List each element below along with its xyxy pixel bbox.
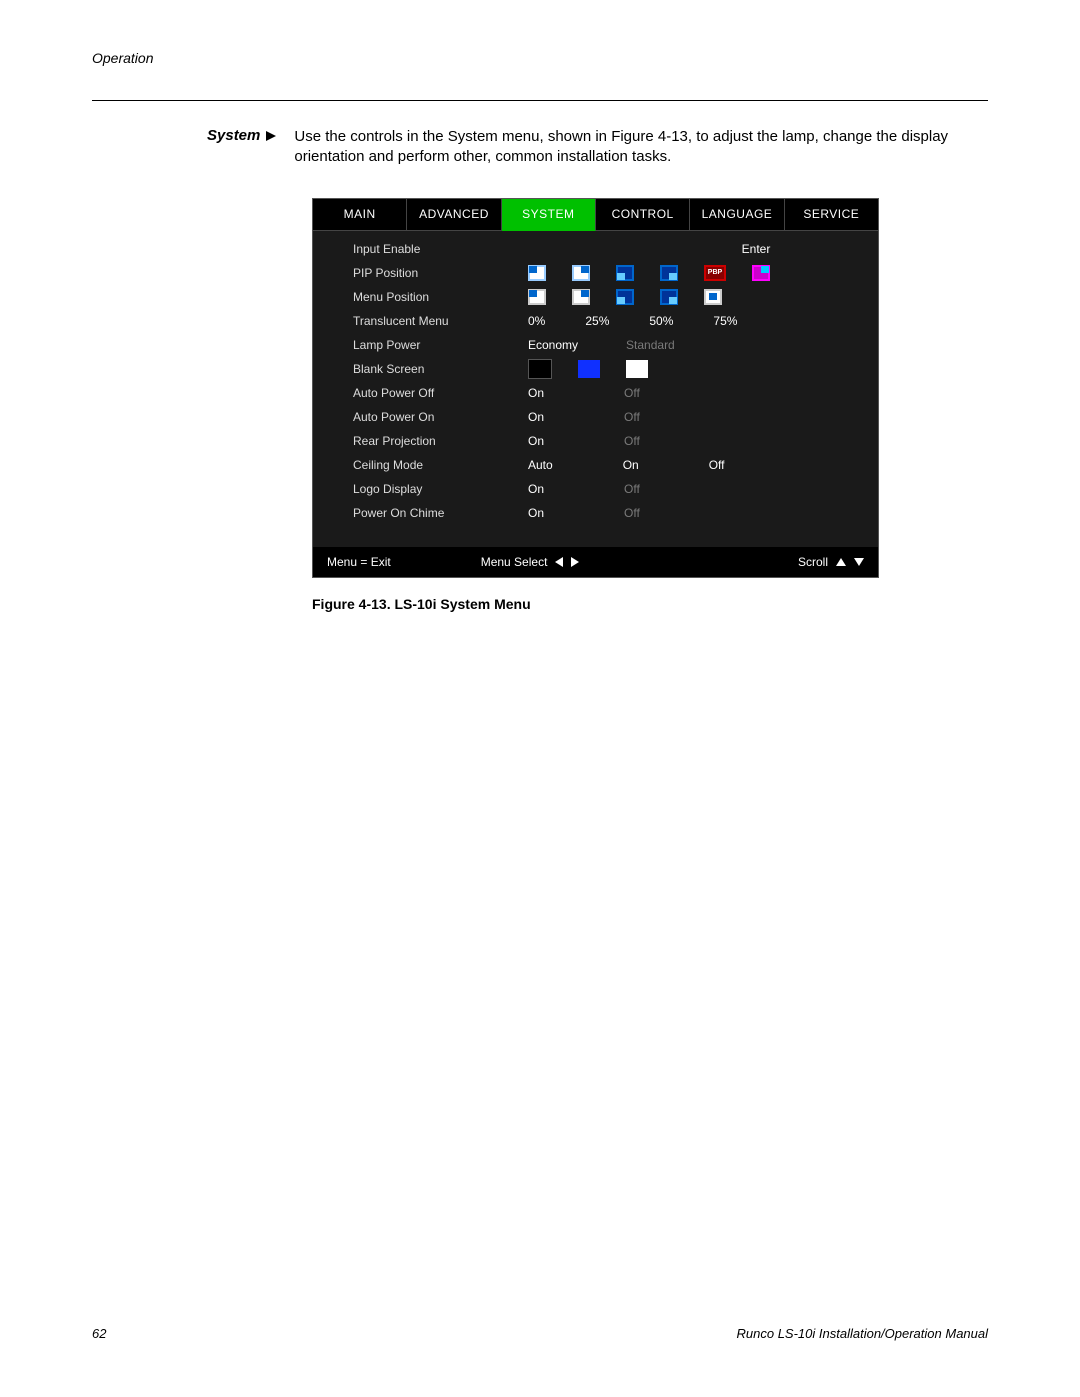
section-label-text: System <box>207 127 260 144</box>
system-menu-screenshot: MAIN ADVANCED SYSTEM CONTROL LANGUAGE SE… <box>312 198 879 578</box>
chime-off[interactable]: Off <box>624 506 640 520</box>
label-menu-position: Menu Position <box>327 290 528 304</box>
row-pip-position[interactable]: PIP Position <box>327 261 864 285</box>
page-number: 62 <box>92 1326 106 1341</box>
auto-power-on-off[interactable]: Off <box>624 410 640 424</box>
auto-power-off-off[interactable]: Off <box>624 386 640 400</box>
pip-bottom-right-icon[interactable] <box>660 265 678 281</box>
lamp-standard[interactable]: Standard <box>626 338 675 352</box>
menu-tab-bar: MAIN ADVANCED SYSTEM CONTROL LANGUAGE SE… <box>313 199 878 231</box>
label-blank-screen: Blank Screen <box>327 362 528 376</box>
auto-power-on-on[interactable]: On <box>528 410 544 424</box>
page-footer: 62 Runco LS-10i Installation/Operation M… <box>92 1326 988 1341</box>
tab-control[interactable]: CONTROL <box>596 199 690 231</box>
logo-on[interactable]: On <box>528 482 544 496</box>
document-page: Operation System Use the controls in the… <box>0 0 1080 1397</box>
row-logo-display[interactable]: Logo Display On Off <box>327 477 864 501</box>
tab-system[interactable]: SYSTEM <box>502 199 596 231</box>
pip-bottom-left-icon[interactable] <box>616 265 634 281</box>
row-auto-power-on[interactable]: Auto Power On On Off <box>327 405 864 429</box>
footer-select-group: Menu Select <box>481 555 580 569</box>
translucent-25[interactable]: 25% <box>585 314 609 328</box>
row-translucent-menu[interactable]: Translucent Menu 0% 25% 50% 75% <box>327 309 864 333</box>
pip-top-right-icon[interactable] <box>572 265 590 281</box>
tab-main[interactable]: MAIN <box>313 199 407 231</box>
blank-black-swatch[interactable] <box>528 359 552 379</box>
row-ceiling-mode[interactable]: Ceiling Mode Auto On Off <box>327 453 864 477</box>
row-lamp-power[interactable]: Lamp Power Economy Standard <box>327 333 864 357</box>
translucent-75[interactable]: 75% <box>713 314 737 328</box>
label-pip-position: PIP Position <box>327 266 528 280</box>
ceiling-auto[interactable]: Auto <box>528 458 553 472</box>
auto-power-off-on[interactable]: On <box>528 386 544 400</box>
label-translucent-menu: Translucent Menu <box>327 314 528 328</box>
menupos-top-right-icon[interactable] <box>572 289 590 305</box>
label-ceiling-mode: Ceiling Mode <box>327 458 528 472</box>
tab-language[interactable]: LANGUAGE <box>690 199 784 231</box>
ceiling-off[interactable]: Off <box>709 458 725 472</box>
chime-on[interactable]: On <box>528 506 544 520</box>
row-auto-power-off[interactable]: Auto Power Off On Off <box>327 381 864 405</box>
running-head: Operation <box>92 50 988 66</box>
footer-select-label: Menu Select <box>481 555 548 569</box>
translucent-50[interactable]: 50% <box>649 314 673 328</box>
blank-white-swatch[interactable] <box>626 360 648 378</box>
footer-exit: Menu = Exit <box>327 555 391 569</box>
row-power-on-chime[interactable]: Power On Chime On Off <box>327 501 864 525</box>
blank-blue-swatch[interactable] <box>578 360 600 378</box>
arrow-right-icon <box>571 557 579 567</box>
row-rear-projection[interactable]: Rear Projection On Off <box>327 429 864 453</box>
tab-advanced[interactable]: ADVANCED <box>407 199 501 231</box>
row-input-enable[interactable]: Input Enable Enter <box>327 237 864 261</box>
chevron-right-icon <box>266 131 280 141</box>
pip-top-left-icon[interactable] <box>528 265 546 281</box>
label-input-enable: Input Enable <box>327 242 528 256</box>
menupos-bottom-left-icon[interactable] <box>616 289 634 305</box>
intro-text: Use the controls in the System menu, sho… <box>294 127 988 168</box>
footer-scroll-label: Scroll <box>798 555 828 569</box>
rear-projection-off[interactable]: Off <box>624 434 640 448</box>
arrow-down-icon <box>854 558 864 566</box>
menupos-center-icon[interactable] <box>704 289 722 305</box>
pip-pbp-icon[interactable]: PBP <box>704 265 726 281</box>
doc-title: Runco LS-10i Installation/Operation Manu… <box>737 1326 988 1341</box>
label-lamp-power: Lamp Power <box>327 338 528 352</box>
intro-block: System Use the controls in the System me… <box>207 127 988 168</box>
row-blank-screen[interactable]: Blank Screen <box>327 357 864 381</box>
arrow-up-icon <box>836 558 846 566</box>
footer-scroll-group: Scroll <box>798 555 864 569</box>
label-rear-projection: Rear Projection <box>327 434 528 448</box>
header-rule <box>92 100 988 101</box>
tab-service[interactable]: SERVICE <box>785 199 878 231</box>
menu-body: Input Enable Enter PIP Position <box>313 231 878 547</box>
label-power-on-chime: Power On Chime <box>327 506 528 520</box>
label-auto-power-off: Auto Power Off <box>327 386 528 400</box>
menupos-top-left-icon[interactable] <box>528 289 546 305</box>
menu-footer: Menu = Exit Menu Select Scroll <box>313 547 878 577</box>
translucent-0[interactable]: 0% <box>528 314 545 328</box>
lamp-economy[interactable]: Economy <box>528 338 578 352</box>
rear-projection-on[interactable]: On <box>528 434 544 448</box>
figure-caption: Figure 4-13. LS-10i System Menu <box>312 596 988 612</box>
logo-off[interactable]: Off <box>624 482 640 496</box>
menupos-bottom-right-icon[interactable] <box>660 289 678 305</box>
label-logo-display: Logo Display <box>327 482 528 496</box>
pip-off-icon[interactable] <box>752 265 770 281</box>
row-menu-position[interactable]: Menu Position <box>327 285 864 309</box>
section-label: System <box>207 127 280 144</box>
arrow-left-icon <box>555 557 563 567</box>
value-input-enable: Enter <box>742 242 771 256</box>
ceiling-on[interactable]: On <box>623 458 639 472</box>
label-auto-power-on: Auto Power On <box>327 410 528 424</box>
